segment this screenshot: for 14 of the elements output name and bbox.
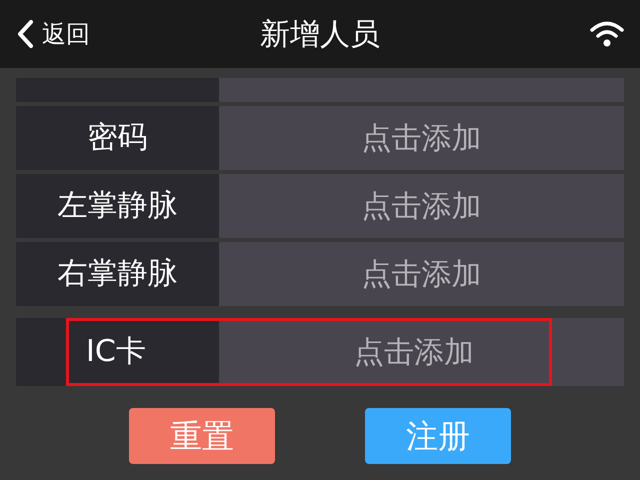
field-label: IC卡 [16,318,219,386]
wifi-icon [590,21,624,47]
back-icon [16,19,34,49]
register-button[interactable]: 注册 [365,408,511,464]
page-title: 新增人员 [260,16,380,54]
field-label: 右掌静脉 [16,242,219,306]
field-value[interactable]: 点击添加 [219,106,624,170]
reset-button[interactable]: 重置 [129,408,275,464]
field-label: 左掌静脉 [16,174,219,238]
field-label: 密码 [16,106,219,170]
field-value[interactable]: 点击添加 [219,318,624,386]
field-value[interactable]: 点击添加 [219,242,624,306]
field-value[interactable]: 点击添加 [219,174,624,238]
back-button[interactable]: 返回 [16,16,90,52]
